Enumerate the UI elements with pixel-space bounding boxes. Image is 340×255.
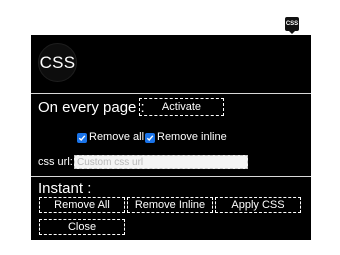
divider bbox=[31, 176, 311, 177]
activate-button[interactable]: Activate bbox=[139, 98, 224, 116]
remove-all-checkbox[interactable] bbox=[77, 133, 87, 143]
instant-label: Instant : bbox=[38, 180, 92, 197]
css-url-input[interactable] bbox=[74, 155, 248, 169]
close-button[interactable]: Close bbox=[39, 219, 125, 235]
remove-inline-label: Remove inline bbox=[157, 131, 227, 143]
checkmark-icon bbox=[78, 135, 86, 142]
checkmark-icon bbox=[146, 135, 154, 142]
extension-popup: CSS On every page : Activate Remove all … bbox=[31, 35, 311, 240]
remove-inline-button[interactable]: Remove Inline bbox=[127, 197, 213, 213]
css-extension-icon[interactable]: CSS bbox=[285, 17, 299, 31]
remove-all-label: Remove all bbox=[89, 131, 145, 143]
on-every-page-label: On every page : bbox=[38, 99, 145, 116]
popup-pointer bbox=[289, 31, 295, 34]
extension-icon-label: CSS bbox=[285, 21, 299, 27]
css-url-label: css url: bbox=[38, 156, 73, 168]
apply-css-button[interactable]: Apply CSS bbox=[215, 197, 301, 213]
divider bbox=[31, 93, 311, 94]
remove-inline-checkbox[interactable] bbox=[145, 133, 155, 143]
logo-text: CSS bbox=[39, 52, 76, 72]
css-logo: CSS bbox=[38, 43, 77, 82]
remove-all-button[interactable]: Remove All bbox=[39, 197, 125, 213]
